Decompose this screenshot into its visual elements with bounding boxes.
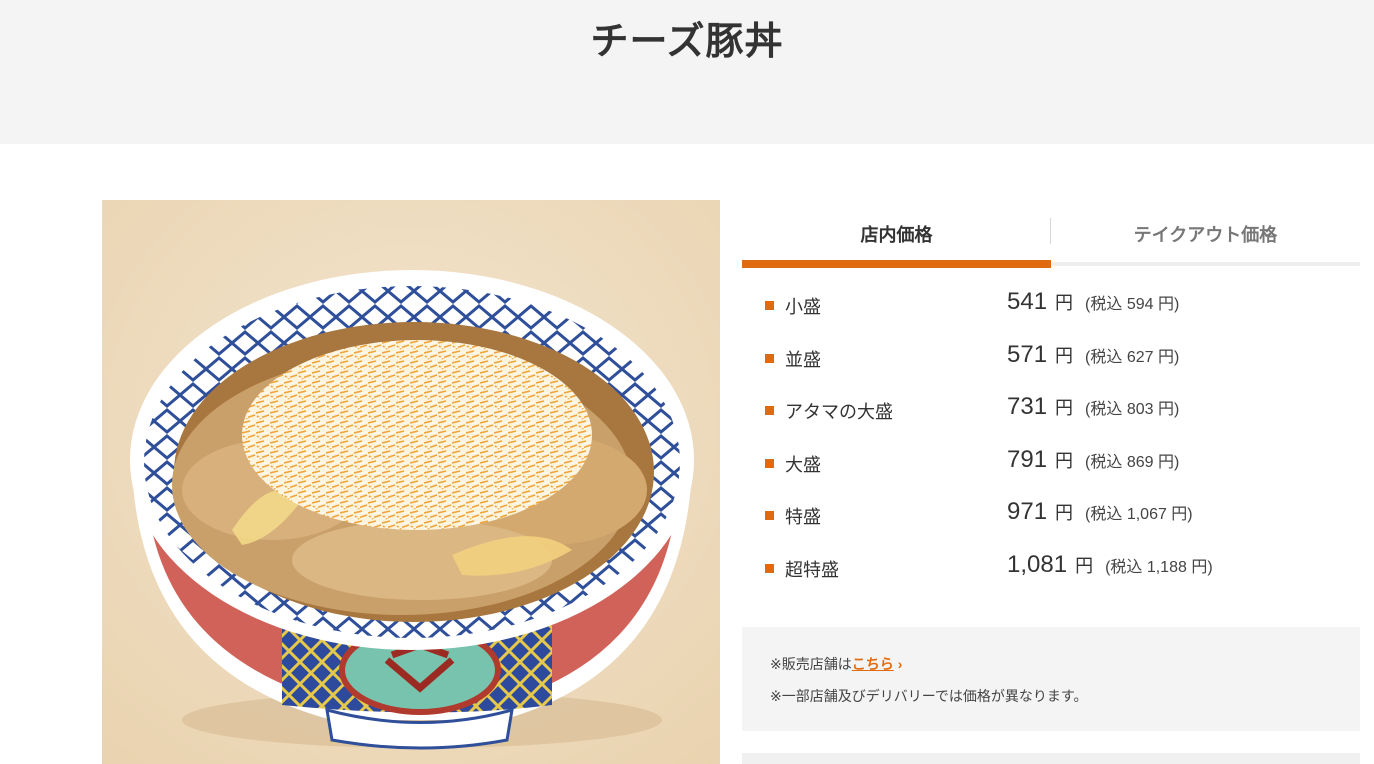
- price-group: 731 円 (税込 803 円): [1007, 393, 1179, 421]
- price-tax-included: (税込 1,067 円): [1085, 506, 1193, 523]
- price-row: 並盛 571 円 (税込 627 円): [742, 333, 1360, 386]
- price-yen: 円: [1075, 555, 1094, 576]
- price-difference-note: ※一部店舗及びデリバリーでは価格が異なります。: [770, 688, 1088, 704]
- page-title: チーズ豚丼: [590, 21, 784, 63]
- bullet-square-icon: [765, 511, 774, 520]
- price-value: 1,081: [1007, 550, 1068, 578]
- price-value: 791: [1007, 445, 1048, 473]
- bullet-square-icon: [765, 301, 774, 310]
- price-yen: 円: [1055, 293, 1074, 313]
- next-section-box: [742, 753, 1360, 764]
- price-value: 541: [1007, 288, 1048, 315]
- product-photo: [102, 200, 720, 764]
- store-list-link[interactable]: こちら: [852, 654, 894, 674]
- size-label: 小盛: [785, 297, 821, 317]
- store-note: ※販売店舗は こちら ›: [770, 654, 902, 674]
- bullet-square-icon: [765, 458, 774, 468]
- price-row: アタマの大盛 731 円 (税込 803 円): [742, 385, 1360, 438]
- tab-instore-price[interactable]: 店内価格: [742, 200, 1051, 268]
- price-value: 571: [1007, 340, 1048, 368]
- price-tax-included: (税込 869 円): [1085, 453, 1180, 471]
- price-group: 791 円 (税込 869 円): [1007, 446, 1179, 474]
- price-yen: 円: [1055, 398, 1074, 418]
- price-value: 731: [1007, 393, 1048, 420]
- size-label: 特盛: [785, 507, 821, 527]
- price-row: 特盛 971 円 (税込 1,067 円): [742, 490, 1360, 543]
- store-note-prefix: ※販売店舗は: [770, 656, 852, 672]
- price-group: 571 円 (税込 627 円): [1007, 341, 1179, 369]
- price-tax-included: (税込 594 円): [1085, 296, 1180, 313]
- price-group: 1,081 円 (税込 1,188 円): [1007, 551, 1213, 579]
- size-label: 超特盛: [785, 559, 839, 580]
- price-row: 超特盛 1,081 円 (税込 1,188 円): [742, 543, 1360, 596]
- size-label: アタマの大盛: [785, 402, 893, 422]
- price-value: 971: [1007, 498, 1048, 525]
- price-yen: 円: [1055, 503, 1074, 523]
- size-label: 並盛: [785, 349, 821, 370]
- bullet-square-icon: [765, 563, 774, 573]
- tab-takeout-price[interactable]: テイクアウト価格: [1051, 200, 1360, 268]
- chevron-right-icon[interactable]: ›: [898, 656, 903, 672]
- notes-box: ※販売店舗は こちら › ※一部店舗及びデリバリーでは価格が異なります。: [742, 627, 1360, 731]
- price-tax-included: (税込 803 円): [1085, 401, 1180, 418]
- price-yen: 円: [1055, 450, 1074, 471]
- price-row: 小盛 541 円 (税込 594 円): [742, 280, 1360, 333]
- price-group: 541 円 (税込 594 円): [1007, 288, 1179, 316]
- price-tabs: 店内価格 テイクアウト価格: [742, 200, 1360, 268]
- size-label: 大盛: [785, 454, 821, 475]
- price-group: 971 円 (税込 1,067 円): [1007, 498, 1193, 526]
- price-row: 大盛 791 円 (税込 869 円): [742, 438, 1360, 491]
- price-yen: 円: [1055, 345, 1074, 366]
- bullet-square-icon: [765, 406, 774, 415]
- bullet-square-icon: [765, 353, 774, 363]
- price-list: 小盛 541 円 (税込 594 円) 並盛 571 円 (税込 627 円) …: [742, 280, 1360, 595]
- tab-active-indicator: [742, 260, 1051, 268]
- price-tax-included: (税込 627 円): [1085, 348, 1180, 366]
- price-tax-included: (税込 1,188 円): [1105, 558, 1213, 576]
